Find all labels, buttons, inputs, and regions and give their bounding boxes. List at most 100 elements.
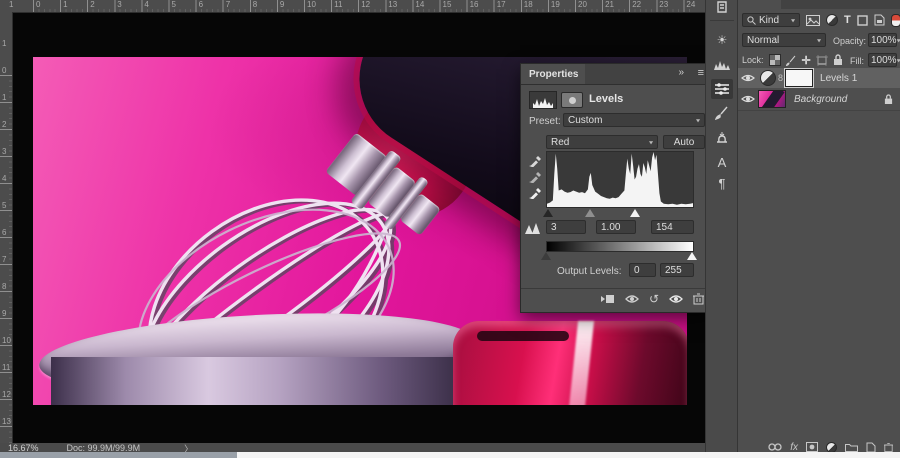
properties-panel-icon[interactable]: [711, 79, 733, 99]
new-adjustment-layer-icon[interactable]: [826, 442, 837, 453]
lock-artboard-icon[interactable]: [816, 55, 828, 66]
link-layers-icon[interactable]: [768, 443, 782, 451]
ruler-label: 9: [2, 310, 6, 318]
lock-position-icon[interactable]: ✛: [802, 54, 811, 67]
background-layer-thumbnail[interactable]: [758, 90, 786, 108]
auto-button[interactable]: Auto: [663, 135, 705, 149]
chevron-down-icon: ▾: [696, 116, 700, 123]
output-shadow-slider[interactable]: [541, 252, 551, 260]
collapse-panel-button[interactable]: »: [678, 67, 684, 78]
paragraph-panel-icon[interactable]: ¶: [711, 173, 733, 193]
clip-to-layer-icon[interactable]: [601, 293, 615, 305]
character-panel-icon[interactable]: A: [711, 152, 733, 172]
white-point-eyedropper-icon[interactable]: [528, 186, 541, 199]
output-gradient-bar: [546, 241, 694, 252]
clone-source-icon[interactable]: [711, 128, 733, 148]
layer-name[interactable]: Background: [794, 94, 847, 105]
output-low-field[interactable]: 0: [629, 263, 656, 277]
shadow-input-field[interactable]: 3: [546, 220, 586, 234]
view-previous-state-icon[interactable]: [624, 293, 640, 305]
fill-value-dropdown[interactable]: 100%▾: [868, 53, 897, 67]
ruler-label: 19: [551, 1, 560, 9]
brush-settings-icon[interactable]: [711, 103, 733, 123]
background-lock-icon[interactable]: [884, 94, 893, 105]
scrollbar-thumb[interactable]: [0, 452, 237, 458]
layer-row-levels[interactable]: 8 Levels 1: [738, 68, 900, 88]
ruler-label: 7: [226, 1, 230, 9]
highlight-input-field[interactable]: 154: [651, 220, 694, 234]
scrollbar-track[interactable]: [237, 452, 900, 458]
channel-dropdown[interactable]: Red▾: [546, 135, 658, 149]
lock-image-pixels-icon[interactable]: [786, 55, 797, 66]
new-group-icon[interactable]: [845, 442, 858, 452]
search-icon: [747, 16, 756, 25]
chevron-down-icon: ▾: [649, 138, 653, 145]
panel-menu-icon[interactable]: ≡: [698, 67, 704, 79]
tab-layers[interactable]: Layers: [738, 0, 781, 9]
input-highlight-slider[interactable]: [630, 209, 640, 217]
tab-paths[interactable]: Paths: [850, 0, 889, 9]
ruler-label: 5: [172, 1, 176, 9]
visibility-eye-icon[interactable]: [738, 73, 758, 83]
reset-adjustment-icon[interactable]: ↺: [649, 292, 659, 306]
filter-adjustment-layers-icon[interactable]: [826, 14, 838, 26]
levels-histogram[interactable]: [546, 151, 694, 208]
layer-row-background[interactable]: Background: [738, 89, 900, 109]
layers-panel: Layers Channels Paths Kind▾ T Normal▾ Op…: [737, 0, 900, 458]
history-icon[interactable]: [711, 0, 733, 17]
histogram-panel-icon[interactable]: [711, 55, 733, 75]
mixing-bowl-body: [51, 357, 465, 405]
output-levels-label: Output Levels:: [557, 266, 621, 277]
filter-kind-dropdown[interactable]: Kind▾: [742, 13, 800, 27]
output-highlight-slider[interactable]: [687, 252, 697, 260]
blend-mode-dropdown[interactable]: Normal▾: [742, 33, 826, 47]
horizontal-ruler[interactable]: 1012345678910111213141516171819202122232…: [0, 0, 705, 13]
input-shadow-slider[interactable]: [543, 209, 553, 217]
lock-label: Lock:: [742, 55, 764, 65]
vertical-ruler[interactable]: 1012345678910111213: [0, 12, 13, 443]
midtone-input-field[interactable]: 1.00: [596, 220, 636, 234]
panel-dock: ☀ A ¶: [705, 0, 738, 458]
ruler-label: 0: [2, 67, 6, 75]
input-levels-icon: [525, 222, 543, 234]
filter-smart-objects-icon[interactable]: [874, 14, 885, 26]
ruler-label: 3: [117, 1, 121, 9]
black-point-eyedropper-icon[interactable]: [528, 154, 541, 167]
mask-link-icon[interactable]: 8: [778, 73, 783, 83]
visibility-eye-icon[interactable]: [738, 94, 758, 104]
ruler-label: 18: [524, 1, 533, 9]
layer-mask-thumbnail[interactable]: [785, 69, 813, 87]
tab-properties[interactable]: Properties: [521, 64, 585, 84]
tab-channels[interactable]: Channels: [790, 0, 844, 9]
filter-type-layers-icon[interactable]: T: [844, 14, 851, 26]
chevron-down-icon: ▾: [817, 36, 821, 43]
ruler-label: 12: [361, 1, 370, 9]
layer-name[interactable]: Levels 1: [820, 73, 857, 84]
gray-point-eyedropper-icon[interactable]: [528, 170, 541, 183]
input-midtone-slider[interactable]: [585, 209, 595, 217]
delete-adjustment-icon[interactable]: [693, 293, 704, 305]
ruler-label: 11: [334, 1, 342, 9]
ruler-label: 9: [280, 1, 284, 9]
filter-shape-layers-icon[interactable]: [857, 15, 868, 26]
chevron-down-icon: ▾: [897, 36, 900, 43]
opacity-value-dropdown[interactable]: 100%▾: [868, 33, 897, 47]
adjustment-layer-thumbnail[interactable]: [760, 70, 776, 86]
fill-label: Fill:: [850, 56, 864, 66]
filter-pixel-layers-icon[interactable]: [806, 15, 820, 26]
toggle-visibility-icon[interactable]: [668, 293, 684, 305]
delete-layer-icon[interactable]: [884, 442, 893, 453]
ruler-label: 16: [470, 1, 479, 9]
layer-style-fx-icon[interactable]: fx: [790, 442, 798, 453]
new-layer-icon[interactable]: [866, 442, 876, 453]
lock-transparent-pixels-icon[interactable]: [769, 54, 781, 66]
add-layer-mask-icon[interactable]: [806, 442, 818, 452]
ruler-label: 3: [2, 148, 6, 156]
ruler-label: 13: [388, 1, 397, 9]
preset-dropdown[interactable]: Custom▾: [563, 113, 705, 127]
adjustments-icon[interactable]: ☀: [711, 30, 733, 50]
lock-all-icon[interactable]: [833, 54, 843, 66]
output-high-field[interactable]: 255: [660, 263, 694, 277]
filter-toggle-icon[interactable]: [891, 14, 900, 27]
properties-panel-header: Properties » ≡: [521, 64, 710, 85]
